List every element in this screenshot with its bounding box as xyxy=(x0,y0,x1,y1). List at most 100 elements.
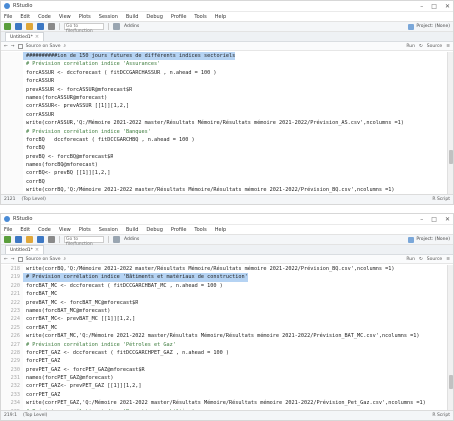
vertical-scrollbar[interactable] xyxy=(447,265,453,411)
forward-arrow-icon[interactable]: → xyxy=(11,257,15,262)
forward-arrow-icon[interactable]: → xyxy=(11,44,15,49)
menu-item-help[interactable]: Help xyxy=(215,14,226,20)
close-icon[interactable]: ✕ xyxy=(445,216,450,223)
menu-item-profile[interactable]: Profile xyxy=(171,14,187,20)
menu-bar: File Edit Code View Plots Session Build Debug Pr… xyxy=(1,225,453,234)
line-number xyxy=(1,110,23,120)
menu-item-plots[interactable]: Plots xyxy=(79,14,91,20)
code-text: forcPET_GAZ <- dccforecast ( fitDCCGARCH… xyxy=(26,349,230,356)
addins-button[interactable]: Addins xyxy=(124,237,139,242)
menu-item-plots[interactable]: Plots xyxy=(79,227,91,233)
tab-untitled1[interactable]: Untitled1* × xyxy=(5,32,45,41)
rerun-icon[interactable]: ↻ xyxy=(419,44,423,49)
code-line: forcBQ dccforecast ( fitDCCGARCHBQ , n.a… xyxy=(1,135,447,145)
menu-item-profile[interactable]: Profile xyxy=(171,227,187,233)
tab-close-icon[interactable]: × xyxy=(35,247,39,253)
menu-item-tools[interactable]: Tools xyxy=(194,14,206,20)
menu-item-session[interactable]: Session xyxy=(99,14,118,20)
toolbar-divider xyxy=(108,236,109,243)
goto-file-input[interactable]: Go to file/function xyxy=(64,236,104,247)
save-icon[interactable] xyxy=(26,236,33,243)
file-type-label[interactable]: R Script xyxy=(432,197,450,202)
code-text: corrBQ<- prevBQ [[1]][1,2,] xyxy=(26,170,111,177)
menu-item-view[interactable]: View xyxy=(59,227,71,233)
back-arrow-icon[interactable]: ← xyxy=(4,44,8,49)
print-icon[interactable] xyxy=(48,236,55,243)
vertical-scrollbar[interactable] xyxy=(447,52,453,195)
menu-item-edit[interactable]: Edit xyxy=(20,227,30,233)
source-on-save-checkbox[interactable] xyxy=(17,256,23,262)
menu-item-file[interactable]: File xyxy=(4,227,12,233)
menu-item-edit[interactable]: Edit xyxy=(20,14,30,20)
menu-item-build[interactable]: Build xyxy=(126,227,139,233)
source-button[interactable]: Source xyxy=(427,44,442,49)
grid-icon[interactable] xyxy=(113,23,120,30)
back-arrow-icon[interactable]: ← xyxy=(4,257,8,262)
rerun-icon[interactable]: ↻ xyxy=(419,257,423,262)
code-text: forcBAT_MC xyxy=(26,291,58,298)
code-line: 220 forcBAT_MC <- dccforecast ( fitDCCGAR… xyxy=(1,281,447,291)
code-editor[interactable]: 218 write(corrBQ,'Q:/Mémoire 2021-2022 ma… xyxy=(1,265,447,411)
close-icon[interactable]: ✕ xyxy=(445,3,450,10)
save-icon[interactable] xyxy=(26,23,33,30)
scrollbar-thumb[interactable] xyxy=(449,375,453,389)
menu-item-session[interactable]: Session xyxy=(99,227,118,233)
minimize-icon[interactable]: – xyxy=(420,216,423,223)
save-all-icon[interactable] xyxy=(37,23,44,30)
menu-item-help[interactable]: Help xyxy=(215,227,226,233)
save-all-icon[interactable] xyxy=(37,236,44,243)
minimize-icon[interactable]: – xyxy=(420,3,423,10)
code-editor[interactable]: ##########ion de 150 jours futures de di… xyxy=(1,52,447,195)
outline-icon[interactable]: ≡ xyxy=(446,257,450,262)
source-on-save-label: Source on Save xyxy=(25,43,61,49)
scope-indicator[interactable]: (Top Level) xyxy=(21,197,45,202)
addins-button[interactable]: Addins xyxy=(124,24,139,29)
print-icon[interactable] xyxy=(48,23,55,30)
grid-icon[interactable] xyxy=(113,236,120,243)
open-file-icon[interactable] xyxy=(15,23,22,30)
menu-item-view[interactable]: View xyxy=(59,14,71,20)
line-number: 229 xyxy=(1,357,23,366)
code-text: forcPET_GAZ xyxy=(26,358,61,365)
code-text: forcBAT_MC <- dccforecast ( fitDCCGARCHB… xyxy=(26,282,223,289)
source-on-save-checkbox[interactable] xyxy=(17,43,23,49)
new-file-icon[interactable] xyxy=(4,236,11,243)
tab-untitled1[interactable]: Untitled1* × xyxy=(5,245,45,254)
line-number xyxy=(1,169,23,178)
menu-item-code[interactable]: Code xyxy=(38,227,51,233)
line-number: 218 xyxy=(1,265,23,274)
scrollbar-thumb[interactable] xyxy=(449,150,453,164)
editor-actions: Run ↻ Source ≡ xyxy=(406,257,450,262)
code-text: # Prévision corrélation indice 'Assuranc… xyxy=(26,61,161,68)
scope-indicator[interactable]: (Top Level) xyxy=(23,413,47,418)
maximize-icon[interactable]: □ xyxy=(431,3,437,10)
menu-item-file[interactable]: File xyxy=(4,14,12,20)
menu-item-tools[interactable]: Tools xyxy=(194,227,206,233)
menu-item-debug[interactable]: Debug xyxy=(146,227,162,233)
menu-item-build[interactable]: Build xyxy=(126,14,139,20)
project-menu[interactable]: Project: (None) xyxy=(408,23,450,30)
search-icon[interactable]: ⌕ xyxy=(64,256,67,262)
code-line: 229 forcPET_GAZ xyxy=(1,357,447,366)
menu-item-debug[interactable]: Debug xyxy=(146,14,162,20)
menu-item-code[interactable]: Code xyxy=(38,14,51,20)
maximize-icon[interactable]: □ xyxy=(431,216,437,223)
source-button[interactable]: Source xyxy=(427,257,442,262)
open-file-icon[interactable] xyxy=(15,236,22,243)
project-menu[interactable]: Project: (None) xyxy=(408,236,450,243)
file-type-label[interactable]: R Script xyxy=(432,413,450,418)
goto-file-input[interactable]: Go to file/function xyxy=(64,23,104,34)
code-text: corrASSUR xyxy=(26,111,55,118)
line-number xyxy=(1,135,23,145)
run-button[interactable]: Run xyxy=(406,44,415,49)
menu-bar: File Edit Code View Plots Session Build Debug Pr… xyxy=(1,12,453,21)
tab-close-icon[interactable]: × xyxy=(35,34,39,40)
new-file-icon[interactable] xyxy=(4,23,11,30)
run-button[interactable]: Run xyxy=(406,257,415,262)
code-text: prevBQ <- forcBQ@mforecast$R xyxy=(26,153,114,160)
code-text: write(corrBAT_MC,'Q:/Mémoire 2021-2022 m… xyxy=(26,333,420,340)
search-icon[interactable]: ⌕ xyxy=(64,43,67,49)
project-icon xyxy=(408,236,415,243)
code-line: 226 write(corrBAT_MC,'Q:/Mémoire 2021-202… xyxy=(1,332,447,341)
outline-icon[interactable]: ≡ xyxy=(446,44,450,49)
